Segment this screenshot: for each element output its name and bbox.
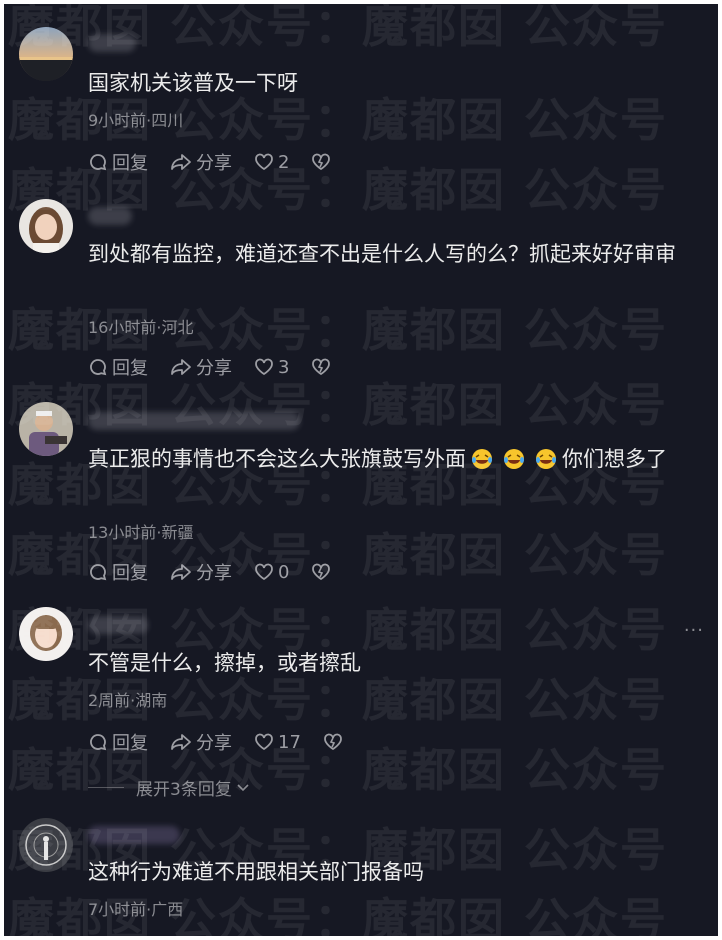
heart-icon xyxy=(255,358,273,376)
comment-actions: 回复 分享 17 xyxy=(88,729,369,755)
comment-meta: 2周前·湖南 xyxy=(88,691,168,710)
dislike-button[interactable] xyxy=(311,562,335,582)
comment-text: 到处都有监控，难道还查不出是什么人写的么？抓起来好好审审 xyxy=(88,242,676,266)
comment-text: 真正狠的事情也不会这么大张旗鼓写外面 你们想多了 xyxy=(88,443,694,476)
laughing-crying-emoji-icon xyxy=(472,449,492,469)
share-arrow-icon xyxy=(171,154,191,170)
dislike-button[interactable] xyxy=(311,152,335,172)
avatar[interactable] xyxy=(19,199,73,253)
comment-text: 国家机关该普及一下呀 xyxy=(88,71,298,95)
reply-label: 回复 xyxy=(112,153,148,174)
chevron-down-icon xyxy=(237,783,249,791)
heart-icon xyxy=(255,563,273,581)
like-button[interactable]: 3 xyxy=(254,357,289,378)
share-arrow-icon xyxy=(171,734,191,750)
reply-button[interactable]: 回复 xyxy=(88,559,148,585)
username-blurred[interactable] xyxy=(88,412,300,430)
reply-label: 回复 xyxy=(112,563,148,584)
reply-label: 回复 xyxy=(112,733,148,754)
share-button[interactable]: 分享 xyxy=(170,559,232,585)
broken-heart-icon xyxy=(324,733,342,751)
comment-actions: 回复 分享 3 xyxy=(88,354,357,380)
comment-meta: 13小时前·新疆 xyxy=(88,523,194,542)
comment-actions: 回复 分享 0 xyxy=(88,559,357,585)
laughing-crying-emoji-icon xyxy=(504,449,524,469)
comment-list: 国家机关该普及一下呀 9小时前·四川 回复 分享 2 到处都有监控，难道还查不出… xyxy=(4,4,718,936)
share-arrow-icon xyxy=(171,359,191,375)
heart-icon xyxy=(255,153,273,171)
like-count: 17 xyxy=(278,731,301,753)
dislike-button[interactable] xyxy=(323,732,347,752)
like-button[interactable]: 17 xyxy=(254,732,301,753)
avatar[interactable] xyxy=(19,402,73,456)
avatar[interactable] xyxy=(19,818,73,872)
comment-text-main: 真正狠的事情也不会这么大张旗鼓写外面 xyxy=(88,447,466,471)
comment-bubble-icon xyxy=(90,734,107,751)
comment-text: 不管是什么，擦掉，或者擦乱 xyxy=(88,651,361,675)
reply-button[interactable]: 回复 xyxy=(88,729,148,755)
share-button[interactable]: 分享 xyxy=(170,354,232,380)
like-count: 0 xyxy=(278,561,290,583)
like-count: 2 xyxy=(278,151,290,173)
comment-text-tail: 你们想多了 xyxy=(562,447,667,471)
comment-text: 这种行为难道不用跟相关部门报备吗 xyxy=(88,860,424,884)
comment-actions: 回复 分享 2 xyxy=(88,149,357,175)
share-label: 分享 xyxy=(196,733,232,754)
avatar[interactable] xyxy=(19,27,73,81)
reply-button[interactable]: 回复 xyxy=(88,149,148,175)
username-blurred[interactable] xyxy=(88,826,180,844)
expand-divider xyxy=(88,787,124,788)
comment-bubble-icon xyxy=(90,154,107,171)
comment-bubble-icon xyxy=(90,359,107,376)
more-options-button[interactable]: ··· xyxy=(684,620,704,641)
laughing-crying-emoji-icon xyxy=(536,449,556,469)
expand-replies-button[interactable]: 展开3条回复 xyxy=(88,775,251,800)
share-button[interactable]: 分享 xyxy=(170,729,232,755)
reply-label: 回复 xyxy=(112,358,148,379)
username-blurred[interactable] xyxy=(88,34,136,52)
share-label: 分享 xyxy=(196,153,232,174)
share-arrow-icon xyxy=(171,564,191,580)
like-button[interactable]: 0 xyxy=(254,562,289,583)
expand-replies-label: 展开3条回复 xyxy=(136,780,232,800)
dislike-button[interactable] xyxy=(311,357,335,377)
share-button[interactable]: 分享 xyxy=(170,149,232,175)
share-label: 分享 xyxy=(196,563,232,584)
broken-heart-icon xyxy=(312,153,331,171)
comment-meta: 7小时前·广西 xyxy=(88,900,184,919)
broken-heart-icon xyxy=(312,358,331,376)
username-blurred[interactable] xyxy=(88,207,132,225)
avatar[interactable] xyxy=(19,607,73,661)
comment-bubble-icon xyxy=(90,564,107,581)
heart-icon xyxy=(255,733,273,751)
comment-meta: 16小时前·河北 xyxy=(88,318,194,337)
reply-button[interactable]: 回复 xyxy=(88,354,148,380)
like-count: 3 xyxy=(278,356,290,378)
broken-heart-icon xyxy=(312,563,331,581)
username-blurred[interactable] xyxy=(88,616,148,634)
share-label: 分享 xyxy=(196,358,232,379)
like-button[interactable]: 2 xyxy=(254,152,289,173)
comment-meta: 9小时前·四川 xyxy=(88,111,184,130)
